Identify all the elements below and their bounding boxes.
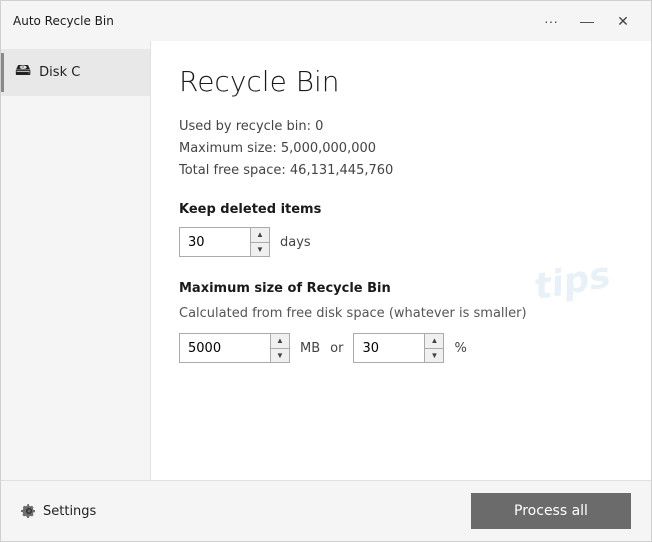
info-line-max: Maximum size: 5,000,000,000 (179, 138, 623, 160)
info-section: Used by recycle bin: 0 Maximum size: 5,0… (179, 116, 623, 182)
percent-spinner-buttons: ▲ ▼ (424, 334, 443, 362)
percent-input[interactable] (354, 334, 424, 362)
gear-icon (21, 503, 37, 519)
percent-unit: % (454, 341, 466, 356)
info-line-used: Used by recycle bin: 0 (179, 116, 623, 138)
max-size-sublabel: Calculated from free disk space (whateve… (179, 306, 623, 321)
process-all-button[interactable]: Process all (471, 493, 631, 529)
days-unit: days (280, 235, 311, 250)
mb-up-button[interactable]: ▲ (271, 334, 289, 348)
days-up-button[interactable]: ▲ (251, 228, 269, 242)
disk-icon: 🖴 (15, 59, 31, 86)
info-line-free: Total free space: 46,131,445,760 (179, 160, 623, 182)
app-title: Auto Recycle Bin (13, 14, 535, 28)
mb-spinner: ▲ ▼ (179, 333, 290, 363)
window-body: 🖴 Disk C tips Recycle Bin Used by recycl… (1, 41, 651, 480)
window-controls: ··· — ✕ (535, 5, 639, 37)
minimize-button[interactable]: — (571, 5, 603, 37)
days-spinner: ▲ ▼ (179, 227, 270, 257)
footer: Settings Process all (1, 480, 651, 541)
sidebar-item-label: Disk C (39, 65, 80, 80)
app-window: Auto Recycle Bin ··· — ✕ 🖴 Disk C tips R… (0, 0, 652, 542)
days-input[interactable] (180, 228, 250, 256)
or-text: or (330, 341, 343, 356)
keep-deleted-label: Keep deleted items (179, 202, 623, 217)
mb-input[interactable] (180, 334, 270, 362)
percent-up-button[interactable]: ▲ (425, 334, 443, 348)
more-button[interactable]: ··· (535, 5, 567, 37)
mb-down-button[interactable]: ▼ (271, 348, 289, 362)
max-size-label: Maximum size of Recycle Bin (179, 281, 623, 296)
days-down-button[interactable]: ▼ (251, 242, 269, 256)
percent-down-button[interactable]: ▼ (425, 348, 443, 362)
sidebar-item-disk-c[interactable]: 🖴 Disk C (1, 49, 150, 96)
title-bar: Auto Recycle Bin ··· — ✕ (1, 1, 651, 41)
mb-unit: MB (300, 341, 320, 356)
mb-spinner-buttons: ▲ ▼ (270, 334, 289, 362)
percent-spinner: ▲ ▼ (353, 333, 444, 363)
sidebar: 🖴 Disk C (1, 41, 151, 480)
page-title: Recycle Bin (179, 65, 623, 98)
main-content: tips Recycle Bin Used by recycle bin: 0 … (151, 41, 651, 480)
days-spinner-buttons: ▲ ▼ (250, 228, 269, 256)
close-button[interactable]: ✕ (607, 5, 639, 37)
keep-deleted-row: ▲ ▼ days (179, 227, 623, 257)
settings-label: Settings (43, 504, 96, 519)
settings-link[interactable]: Settings (21, 503, 96, 519)
max-size-row: ▲ ▼ MB or ▲ ▼ % (179, 333, 623, 363)
